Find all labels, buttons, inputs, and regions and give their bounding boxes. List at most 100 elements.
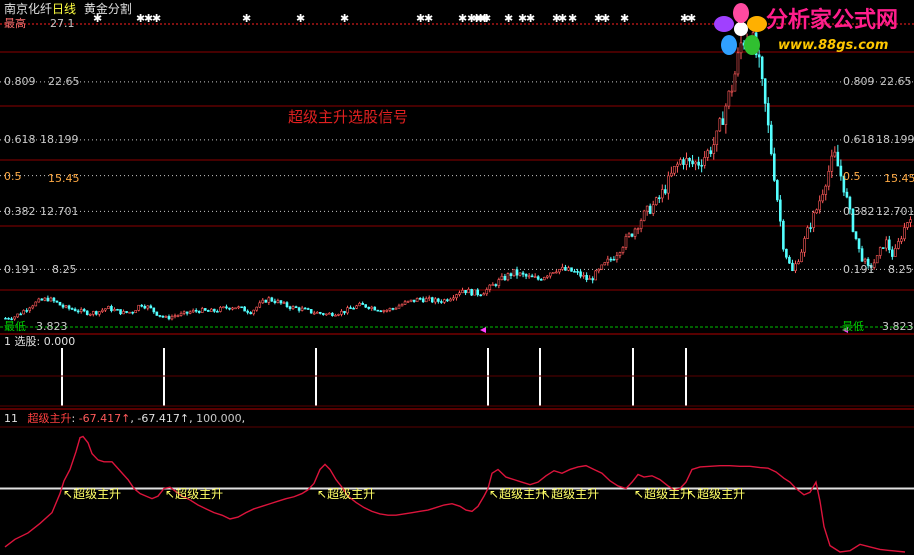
candle-body xyxy=(657,197,661,199)
candle-body xyxy=(315,311,319,314)
signal-label-text: 超级主升 xyxy=(697,486,746,501)
candle-body xyxy=(340,310,343,315)
signal-star-icon: ✱ xyxy=(424,12,433,25)
candle-body xyxy=(207,310,210,312)
candle-body xyxy=(509,273,513,276)
fib-price-0618: 18.199 xyxy=(40,133,79,146)
signal-arrow-icon: ↖ xyxy=(541,486,552,501)
candle-body xyxy=(491,284,495,286)
candle-body xyxy=(164,316,168,318)
signal-label-text: 超级主升 xyxy=(644,486,693,501)
candle-body xyxy=(49,297,53,302)
candle-body xyxy=(346,307,349,314)
candle-body xyxy=(213,308,216,312)
candle-body xyxy=(552,272,555,274)
signal-label-text: 超级主升 xyxy=(175,486,224,501)
candle-body xyxy=(358,302,361,307)
candle-body xyxy=(670,172,673,177)
candle-body xyxy=(527,275,531,278)
signal-star-icon: ✱ xyxy=(340,12,349,25)
signal-label: ↖超级主升 xyxy=(541,488,599,500)
panel2-value: 0.000 xyxy=(43,335,76,348)
signal-star-icon: ✱ xyxy=(482,12,491,25)
candle-body xyxy=(673,165,676,174)
fib-ratio-05-right: 0.5 xyxy=(843,170,861,183)
candle-body xyxy=(542,277,546,281)
candle-body xyxy=(37,298,41,303)
signal-arrow-icon: ↖ xyxy=(634,486,645,501)
candle-body xyxy=(331,312,334,316)
candle-body xyxy=(55,300,59,303)
signal-star-icon: ✱ xyxy=(568,12,577,25)
candle-body xyxy=(249,312,252,315)
candle-body xyxy=(373,306,377,311)
candle-body xyxy=(309,309,313,314)
candle-body xyxy=(73,308,77,312)
candle-body xyxy=(676,163,679,167)
candle-body xyxy=(125,311,128,313)
candle-body xyxy=(225,306,228,309)
candle-body xyxy=(769,124,773,155)
candle-body xyxy=(809,227,812,229)
high-label: 最高 xyxy=(4,17,26,30)
candle-body xyxy=(128,311,131,314)
candle-body xyxy=(52,297,56,302)
signal-star-icon: ✱ xyxy=(620,12,629,25)
candle-body xyxy=(606,258,610,263)
candle-body xyxy=(421,298,425,303)
panel3-index: 11 xyxy=(4,412,18,425)
candle-body xyxy=(645,205,649,212)
candle-body xyxy=(34,301,38,307)
candle-body xyxy=(824,185,828,195)
candle-body xyxy=(779,199,782,222)
candle-body xyxy=(40,298,44,301)
candle-body xyxy=(303,307,307,310)
candle-body xyxy=(152,307,156,313)
candle-body xyxy=(897,241,900,249)
candle-body xyxy=(651,204,655,214)
candle-body xyxy=(270,297,274,302)
candle-body xyxy=(788,256,791,264)
candle-body xyxy=(766,103,770,126)
candle-body xyxy=(863,258,867,262)
candle-body xyxy=(31,305,35,309)
candle-body xyxy=(185,311,189,314)
candle-body xyxy=(13,316,16,320)
watermark-title: 分析家公式网 xyxy=(766,8,899,33)
candle-body xyxy=(558,268,561,273)
candle-body xyxy=(98,311,101,315)
candle-body xyxy=(727,90,731,107)
candle-body xyxy=(679,159,682,165)
candle-body xyxy=(231,307,234,310)
fib-price-0809: 22.65 xyxy=(48,75,80,88)
candle-body xyxy=(70,308,74,310)
candle-body xyxy=(95,311,98,315)
panel3-arrow-2: ↑ xyxy=(179,412,190,425)
candle-body xyxy=(61,304,65,308)
fib-ratio-0618: 0.618 xyxy=(4,133,36,146)
candle-body xyxy=(334,314,337,317)
indicator-name: 黄金分割 xyxy=(83,2,132,16)
candle-body xyxy=(122,311,125,315)
candle-body xyxy=(712,144,716,154)
fib-price-05-right: 15.45 xyxy=(884,172,914,185)
candle-body xyxy=(437,298,440,302)
candle-body xyxy=(67,305,71,309)
candle-body xyxy=(343,310,346,314)
candle-body xyxy=(22,310,25,315)
low-value: 3.823 xyxy=(36,320,68,333)
candle-body xyxy=(476,289,479,296)
candle-body xyxy=(797,261,800,265)
candle-body xyxy=(294,306,298,309)
candle-body xyxy=(424,298,428,303)
candle-body xyxy=(176,315,180,317)
candle-body xyxy=(733,73,737,92)
fib-ratio-0382-right: 0.382 xyxy=(843,205,875,218)
signal-star-icon: ✱ xyxy=(601,12,610,25)
chart-canvas: ✱ ✱✱✱ ✱ ✱ ✱ ✱✱ ✱ ✱✱✱✱✱ ✱ ✱✱ ✱✱ ✱ ✱✱ ✱ ✱✱ xyxy=(0,12,914,553)
candle-body xyxy=(536,276,540,280)
candle-body xyxy=(573,271,576,273)
candle-body xyxy=(143,305,147,309)
candle-body xyxy=(763,78,767,104)
candle-body xyxy=(891,249,894,257)
